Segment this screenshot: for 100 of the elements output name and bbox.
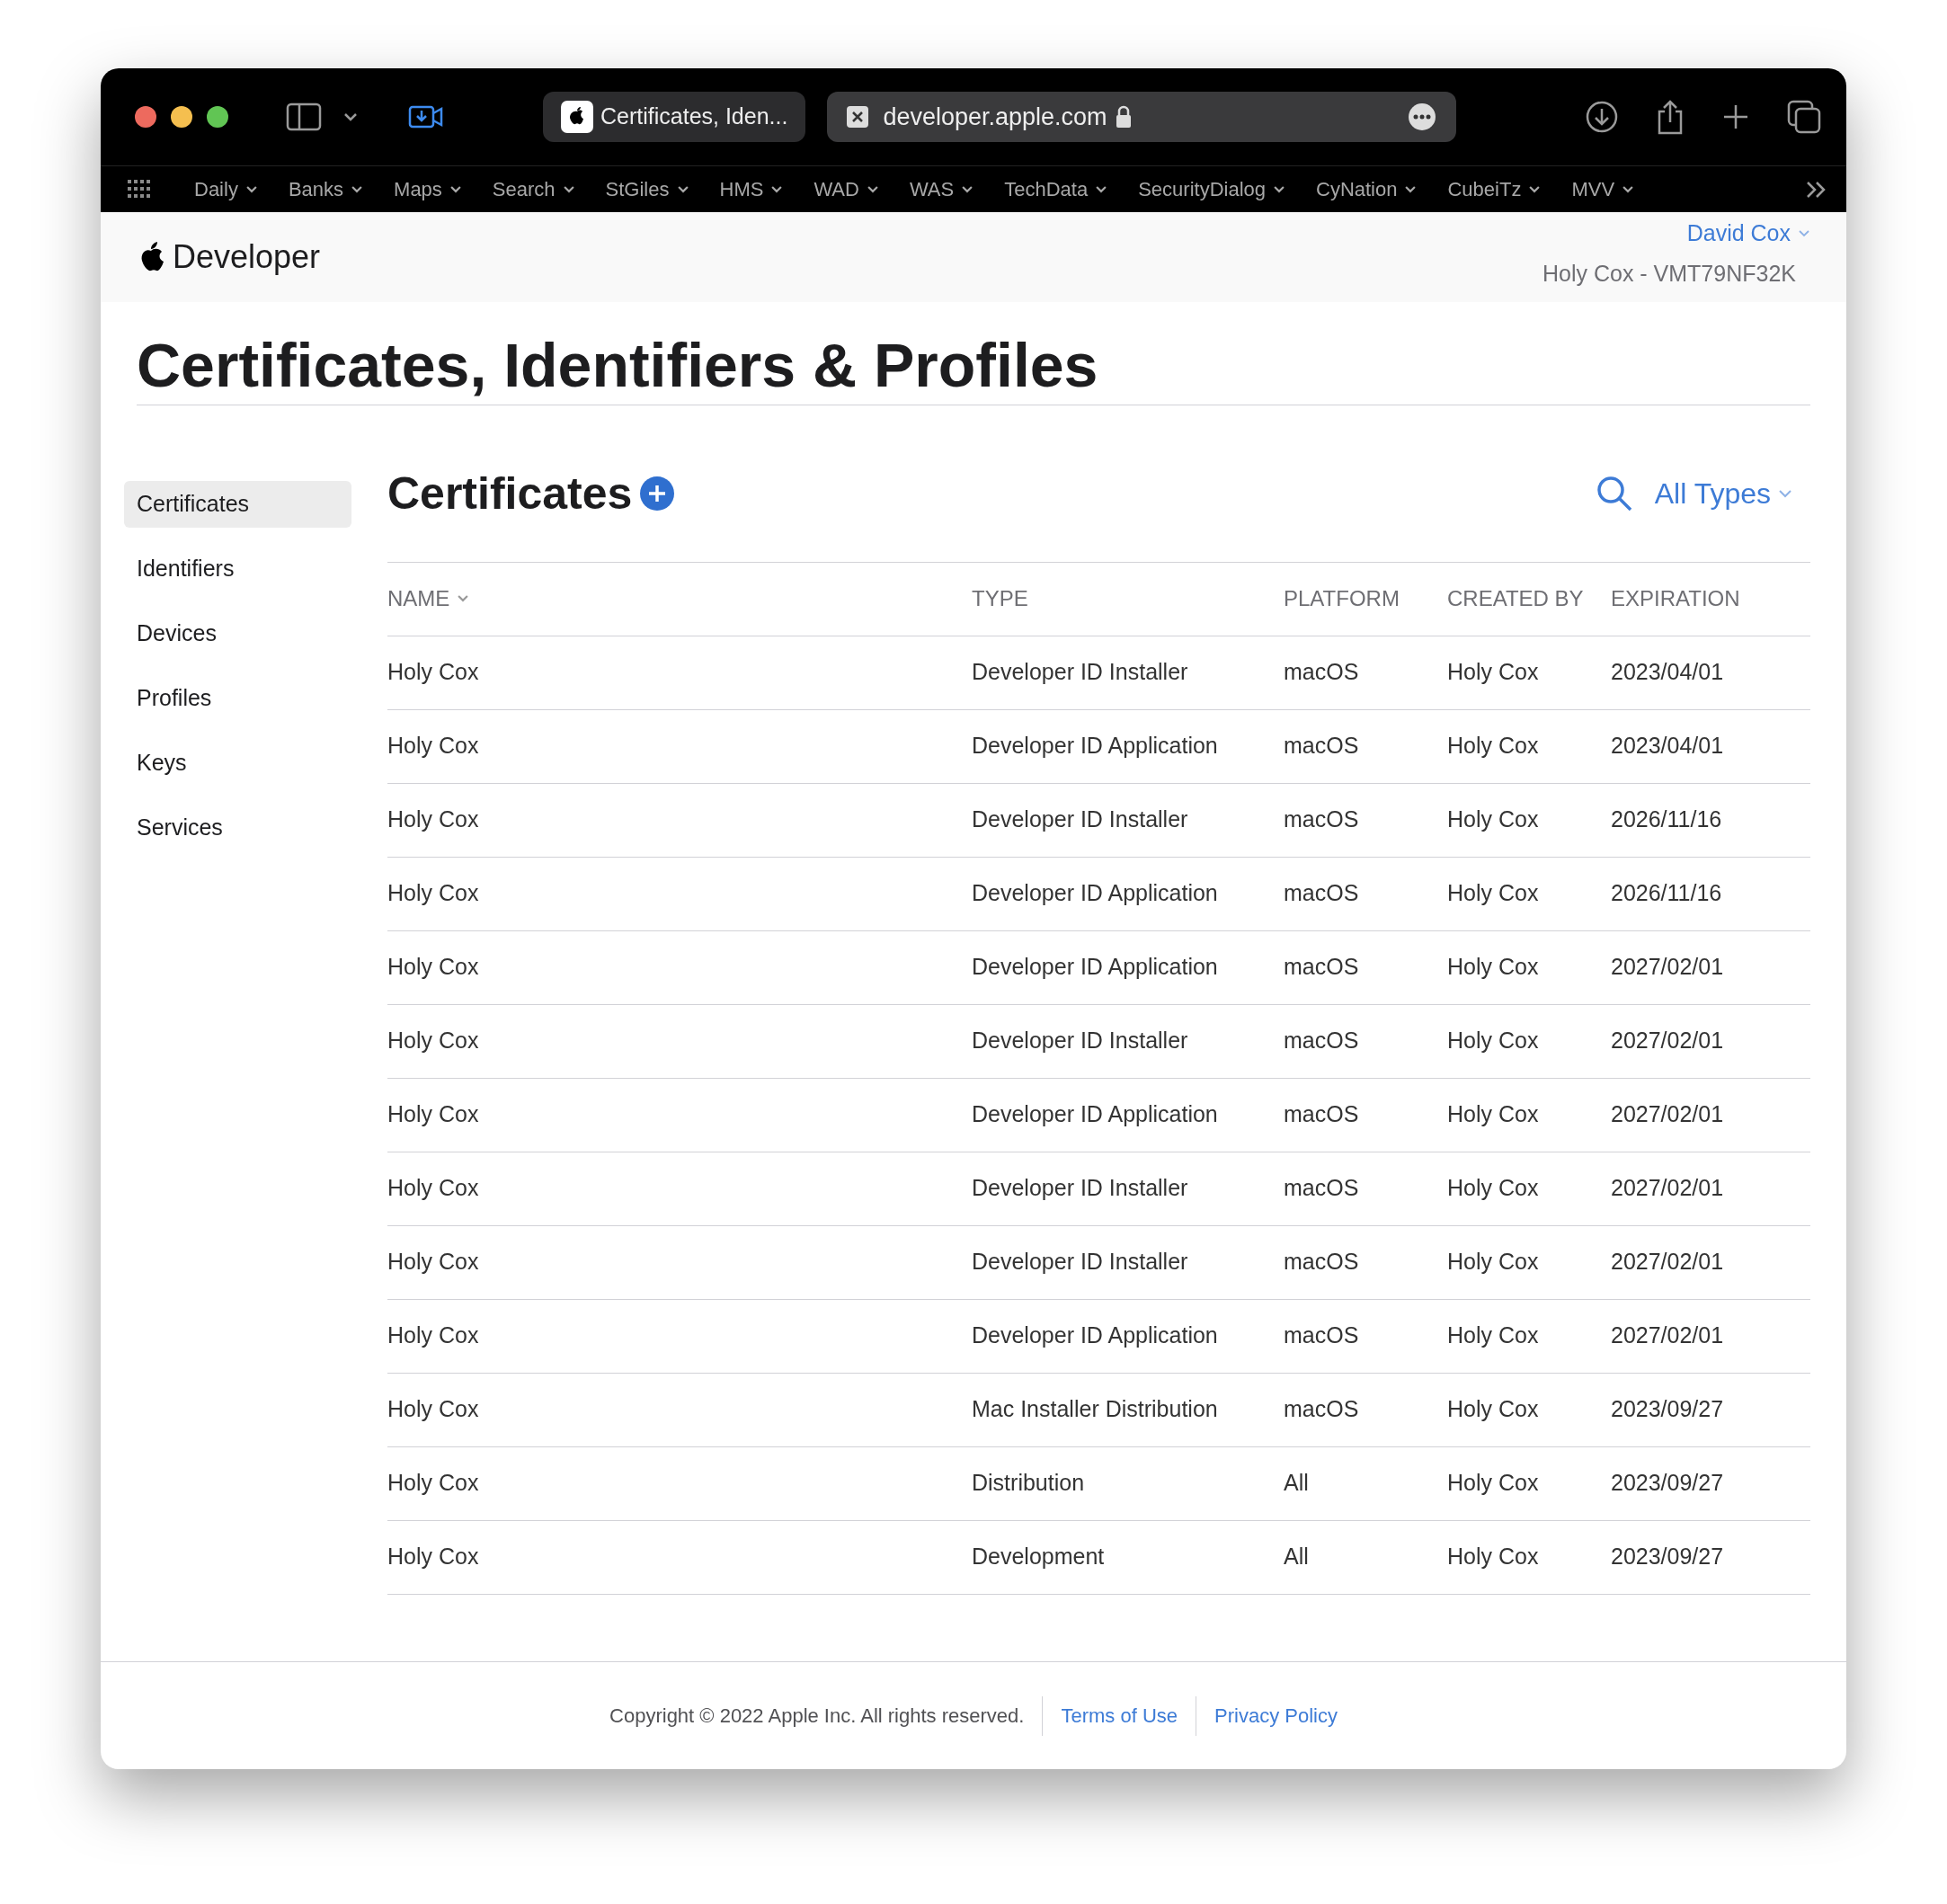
tabs-overview-icon[interactable] [1787,100,1821,134]
table-cell-text: Holy Cox [1447,732,1540,761]
chevron-down-icon[interactable] [343,111,358,122]
table-cell-text: All [1284,1469,1310,1498]
chevron-down-icon [961,184,974,194]
table-cell-text: Holy Cox [1447,1321,1540,1350]
table-cell-text: Holy Cox [1447,1174,1540,1203]
table-cell-text: Holy Cox [387,805,480,834]
bookmark-folder[interactable]: MVV [1571,174,1635,204]
table-cell-text: 2023/04/01 [1611,732,1725,761]
bookmark-folder[interactable]: Banks [288,174,364,204]
bookmark-folder[interactable]: SecurityDialog [1138,174,1285,204]
video-download-icon[interactable] [408,105,444,129]
chevron-down-icon [770,184,784,194]
table-cell-text: 2023/09/27 [1611,1543,1725,1571]
table-cell-text: Holy Cox [1447,953,1540,982]
sidebar-item[interactable]: Devices [124,609,351,657]
sidebar-icon[interactable] [286,102,322,131]
table-cell-text: All [1284,1543,1310,1571]
table-cell-text: macOS [1284,658,1360,687]
column-header: PLATFORM [1284,585,1400,613]
table-cell-text: macOS [1284,805,1360,834]
account-menu[interactable]: David Cox [1686,216,1810,250]
section-title: Certificates [387,467,633,520]
table-cell-text: macOS [1284,1321,1360,1350]
chevron-down-icon [1273,184,1285,194]
page-title: Certificates, Identifiers & Profiles [137,330,1099,401]
sidebar-item[interactable]: Services [124,804,351,851]
table-cell-text: Holy Cox [1447,1469,1540,1498]
table-cell-text: Holy Cox [387,658,480,687]
table-cell-text: Holy Cox [1447,879,1540,908]
chevron-down-icon [1095,184,1108,194]
bookmark-folder[interactable]: CyNation [1316,174,1418,204]
more-icon[interactable] [1408,102,1437,131]
sidebar-item[interactable]: Identifiers [124,545,351,592]
table-cell-text: 2027/02/01 [1611,1100,1725,1129]
table-cell-text: Holy Cox [1447,805,1540,834]
table-cell-text: Holy Cox [387,1543,480,1571]
table-cell-text: Holy Cox [387,1395,480,1424]
grid-icon[interactable] [128,179,151,200]
bookmark-folder[interactable]: Maps [394,174,462,204]
close-icon[interactable] [847,106,869,128]
table-cell-text: 2023/04/01 [1611,658,1725,687]
column-header[interactable]: NAME [387,583,972,616]
team-name: Holy Cox - VMT79NF32K [1542,260,1796,288]
bookmark-folder[interactable]: Search [492,174,575,204]
chevron-down-icon [1404,184,1418,194]
column-header: TYPE [972,585,1029,613]
footer-link[interactable]: Terms of Use [1061,1701,1178,1731]
sidebar-item[interactable]: Certificates [124,480,351,528]
table-cell-text: Holy Cox [387,1027,480,1055]
bookmark-folder[interactable]: HMS [719,174,784,204]
bookmark-folder[interactable]: Daily [194,174,258,204]
bookmark-folder[interactable]: StGiles [605,174,689,204]
add-icon[interactable] [639,475,676,512]
download-icon[interactable] [1586,101,1618,133]
browser-tab[interactable]: Certificates, Iden... [543,92,806,142]
table-cell-text: Holy Cox [387,1321,480,1350]
close-button[interactable] [135,106,156,128]
table-cell-text: Developer ID Installer [972,1248,1189,1277]
table-cell-text: Holy Cox [1447,1027,1540,1055]
table-cell-text: Developer ID Application [972,953,1219,982]
bookmark-folder[interactable]: TechData [1004,174,1108,204]
table-cell-text: 2023/09/27 [1611,1469,1725,1498]
footer-link[interactable]: Privacy Policy [1214,1701,1338,1731]
table-cell-text: Developer ID Application [972,732,1219,761]
copyright-text: Copyright © 2022 Apple Inc. All rights reserved. [609,1704,1025,1729]
plus-icon[interactable] [1722,103,1749,130]
type-filter-dropdown[interactable]: All Types [1654,471,1792,515]
table-cell-text: 2023/09/27 [1611,1395,1725,1424]
bookmark-folder[interactable]: CubeiTz [1447,174,1542,204]
address-bar[interactable]: developer.apple.com [827,92,1457,142]
column-header: EXPIRATION [1611,585,1741,613]
bookmark-folder[interactable]: WAS [909,174,974,204]
sidebar-item[interactable]: Keys [124,739,351,787]
sidebar-item[interactable]: Profiles [124,674,351,722]
zoom-button[interactable] [207,106,228,128]
table-cell-text: Holy Cox [1447,1248,1540,1277]
table-cell-text: Holy Cox [387,1174,480,1203]
search-icon[interactable] [1595,474,1633,512]
share-icon[interactable] [1656,99,1685,135]
chevron-down-icon [449,184,462,194]
chevron-down-icon [1798,228,1810,238]
logo-text[interactable]: Developer [173,233,321,281]
table-cell-text: Holy Cox [1447,1543,1540,1571]
table-cell-text: 2027/02/01 [1611,1027,1725,1055]
table-cell-text: Developer ID Installer [972,658,1189,687]
table-cell-text: macOS [1284,1027,1360,1055]
apple-icon [561,101,593,133]
bookmark-folder[interactable]: WAD [813,174,879,204]
table-cell-text: Holy Cox [387,1248,480,1277]
chevron-down-icon [1778,488,1792,498]
minimize-button[interactable] [171,106,192,128]
table-cell-text: Development [972,1543,1106,1571]
table-cell-text: macOS [1284,1395,1360,1424]
chevron-down-icon [866,184,879,194]
table-cell-text: Holy Cox [387,1100,480,1129]
table-cell-text: Developer ID Installer [972,1174,1189,1203]
table-cell-text: Developer ID Application [972,1321,1219,1350]
table-cell-text: Developer ID Application [972,879,1219,908]
